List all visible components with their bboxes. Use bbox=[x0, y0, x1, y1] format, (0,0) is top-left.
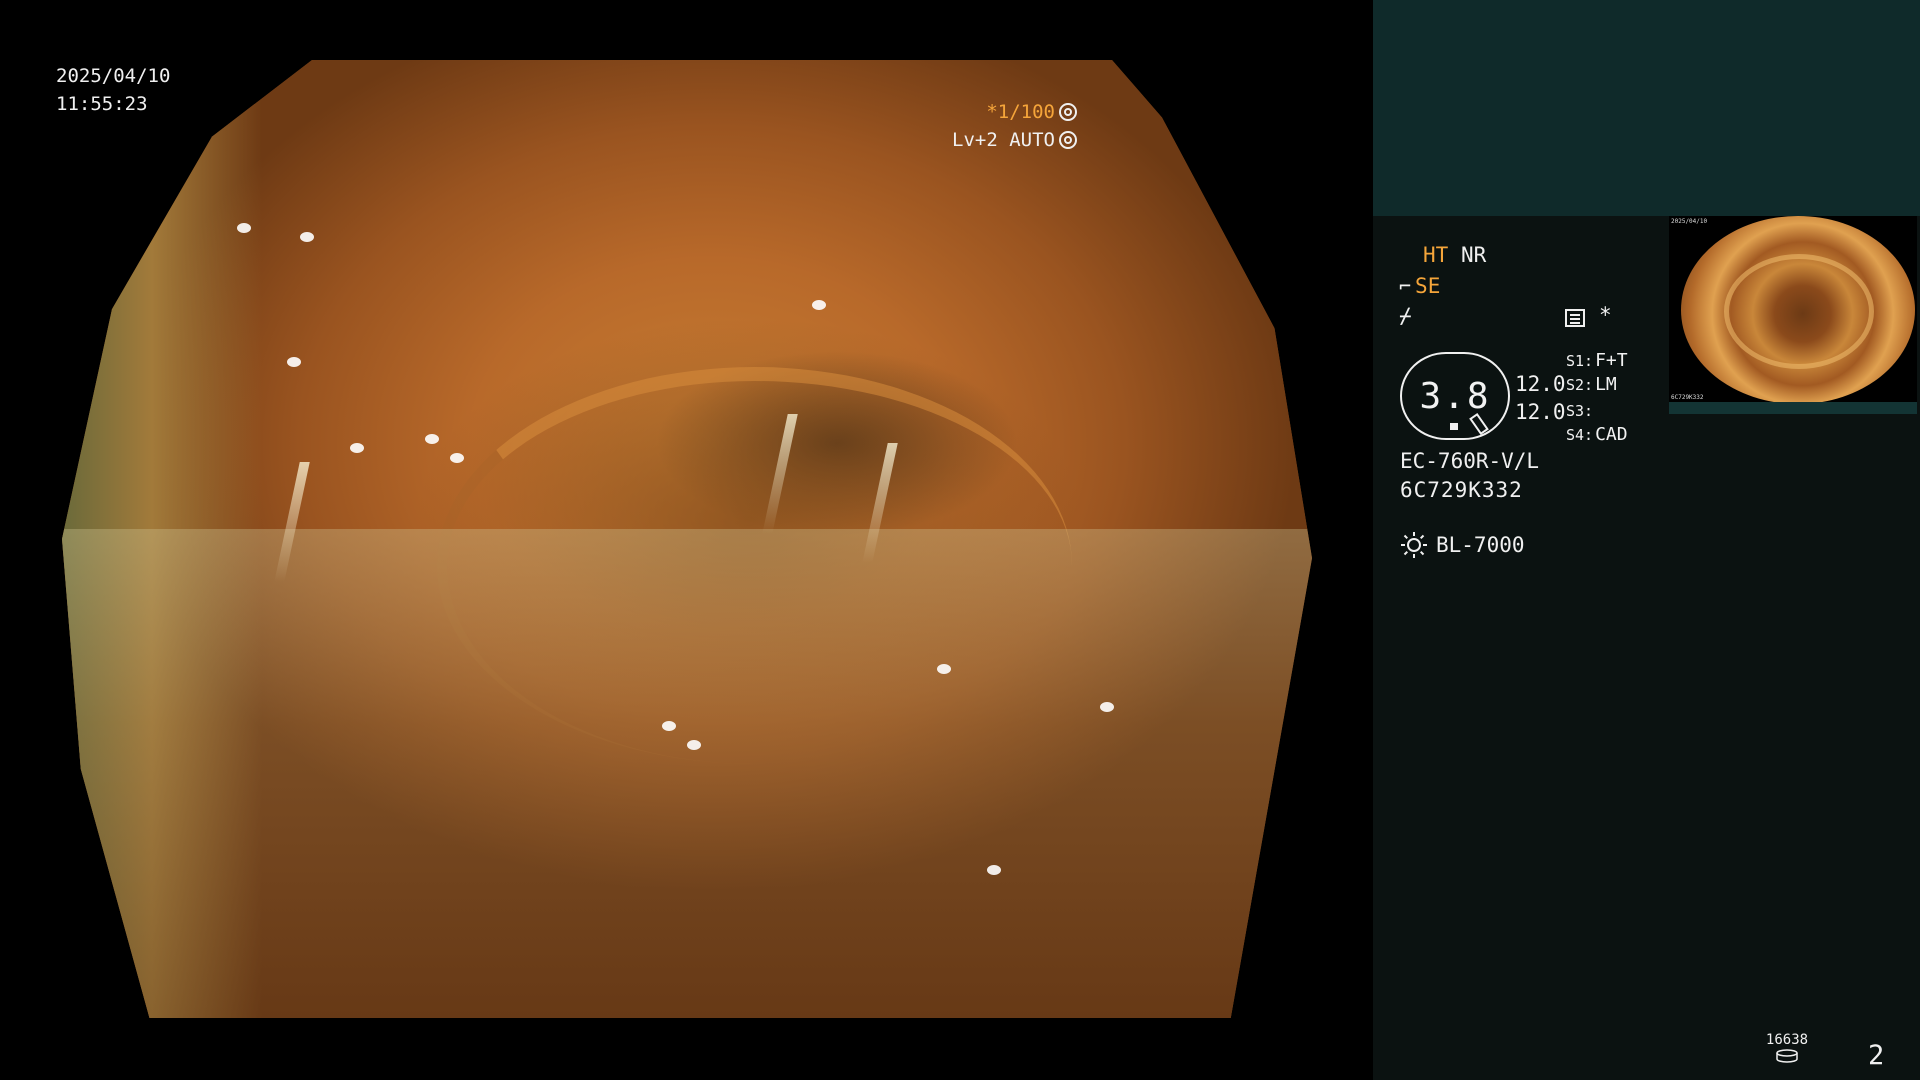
shutter-row: *1/100 bbox=[952, 98, 1077, 126]
thumbnail-fold bbox=[1724, 254, 1874, 369]
scope-switch-s4: S4: CAD bbox=[1566, 424, 1628, 445]
s4-value: CAD bbox=[1595, 424, 1628, 445]
s1-value: F+T bbox=[1595, 350, 1628, 371]
exposure-readout: *1/100 Lv+2 AUTO bbox=[952, 98, 1077, 154]
light-glint bbox=[937, 663, 951, 674]
datetime-readout: 2025/04/10 11:55:23 bbox=[56, 62, 170, 118]
s3-key: S3: bbox=[1566, 402, 1594, 420]
panel-header-area bbox=[1373, 0, 1920, 216]
light-glint bbox=[662, 721, 676, 732]
light-source-label: BL-7000 bbox=[1436, 533, 1525, 557]
s1-key: S1: bbox=[1566, 352, 1594, 370]
reference-thumbnail[interactable]: 2025/04/10 6C729K332 bbox=[1669, 216, 1917, 414]
se-row: ⌐ SE bbox=[1399, 274, 1440, 298]
nr-label: NR bbox=[1460, 243, 1487, 267]
light-glint bbox=[287, 356, 301, 367]
date-text: 2025/04/10 bbox=[56, 65, 171, 87]
level-text: Lv+2 AUTO bbox=[952, 129, 1055, 151]
thumbnail-serial: 6C729K332 bbox=[1671, 394, 1704, 401]
light-glint bbox=[812, 299, 826, 310]
level-row: Lv+2 AUTO bbox=[952, 126, 1077, 154]
thumbnail-date: 2025/04/10 bbox=[1671, 218, 1708, 225]
mode-row: HT NR bbox=[1423, 243, 1486, 267]
s4-key: S4: bbox=[1566, 426, 1594, 444]
storage-disk-icon bbox=[1776, 1049, 1798, 1063]
se-label: SE bbox=[1415, 274, 1441, 298]
zoom-badge: 3.8 bbox=[1400, 352, 1510, 440]
light-glint bbox=[349, 443, 364, 454]
light-source-icon bbox=[1401, 532, 1427, 558]
auto-icon bbox=[1059, 131, 1077, 149]
scope-switch-s2: S2: LM bbox=[1566, 374, 1617, 395]
shutter-speed-text: *1/100 bbox=[986, 101, 1055, 123]
gain-top: 12.0 bbox=[1515, 372, 1566, 396]
menu-icon bbox=[1565, 309, 1585, 327]
scope-switch-s1: S1: F+T bbox=[1566, 350, 1628, 371]
s2-key: S2: bbox=[1566, 376, 1594, 394]
scope-tip-icon: ⌐ bbox=[1399, 274, 1412, 298]
light-glint bbox=[299, 232, 314, 243]
scope-model: EC-760R-V/L bbox=[1400, 449, 1540, 473]
light-glint bbox=[987, 864, 1001, 875]
time-text: 11:55:23 bbox=[56, 93, 148, 115]
zoom-dot bbox=[1450, 423, 1458, 430]
water-layer bbox=[62, 529, 1312, 1018]
ht-label: HT bbox=[1423, 243, 1449, 267]
gain-bottom: 12.0 bbox=[1515, 400, 1566, 424]
counter-value: 16638 bbox=[1765, 1032, 1809, 1048]
scope-serial: 6C729K332 bbox=[1400, 478, 1523, 502]
zoom-value: 3.8 bbox=[1419, 375, 1491, 417]
light-glint bbox=[424, 433, 439, 444]
s2-value: LM bbox=[1595, 374, 1617, 395]
light-glint bbox=[1099, 701, 1114, 712]
flag-indicator: ⌿ bbox=[1399, 304, 1412, 328]
light-source-row: BL-7000 bbox=[1400, 531, 1525, 559]
shutter-icon bbox=[1059, 103, 1077, 121]
scope-switch-s3: S3: bbox=[1566, 400, 1595, 421]
page-number: 2 bbox=[1868, 1040, 1885, 1071]
image-counter: 16638 bbox=[1764, 1032, 1810, 1063]
info-panel: 2025/04/10 6C729K332 HT NR ⌐ SE ⌿ * 3.8 … bbox=[1373, 0, 1920, 1080]
light-glint bbox=[237, 222, 251, 233]
light-glint bbox=[449, 452, 464, 463]
thumbnail-footer-bar bbox=[1669, 402, 1917, 414]
star-indicator: * bbox=[1599, 303, 1612, 327]
endoscope-view: 2025/04/10 11:55:23 *1/100 Lv+2 AUTO bbox=[0, 0, 1373, 1080]
endoscopic-image bbox=[62, 60, 1312, 1018]
